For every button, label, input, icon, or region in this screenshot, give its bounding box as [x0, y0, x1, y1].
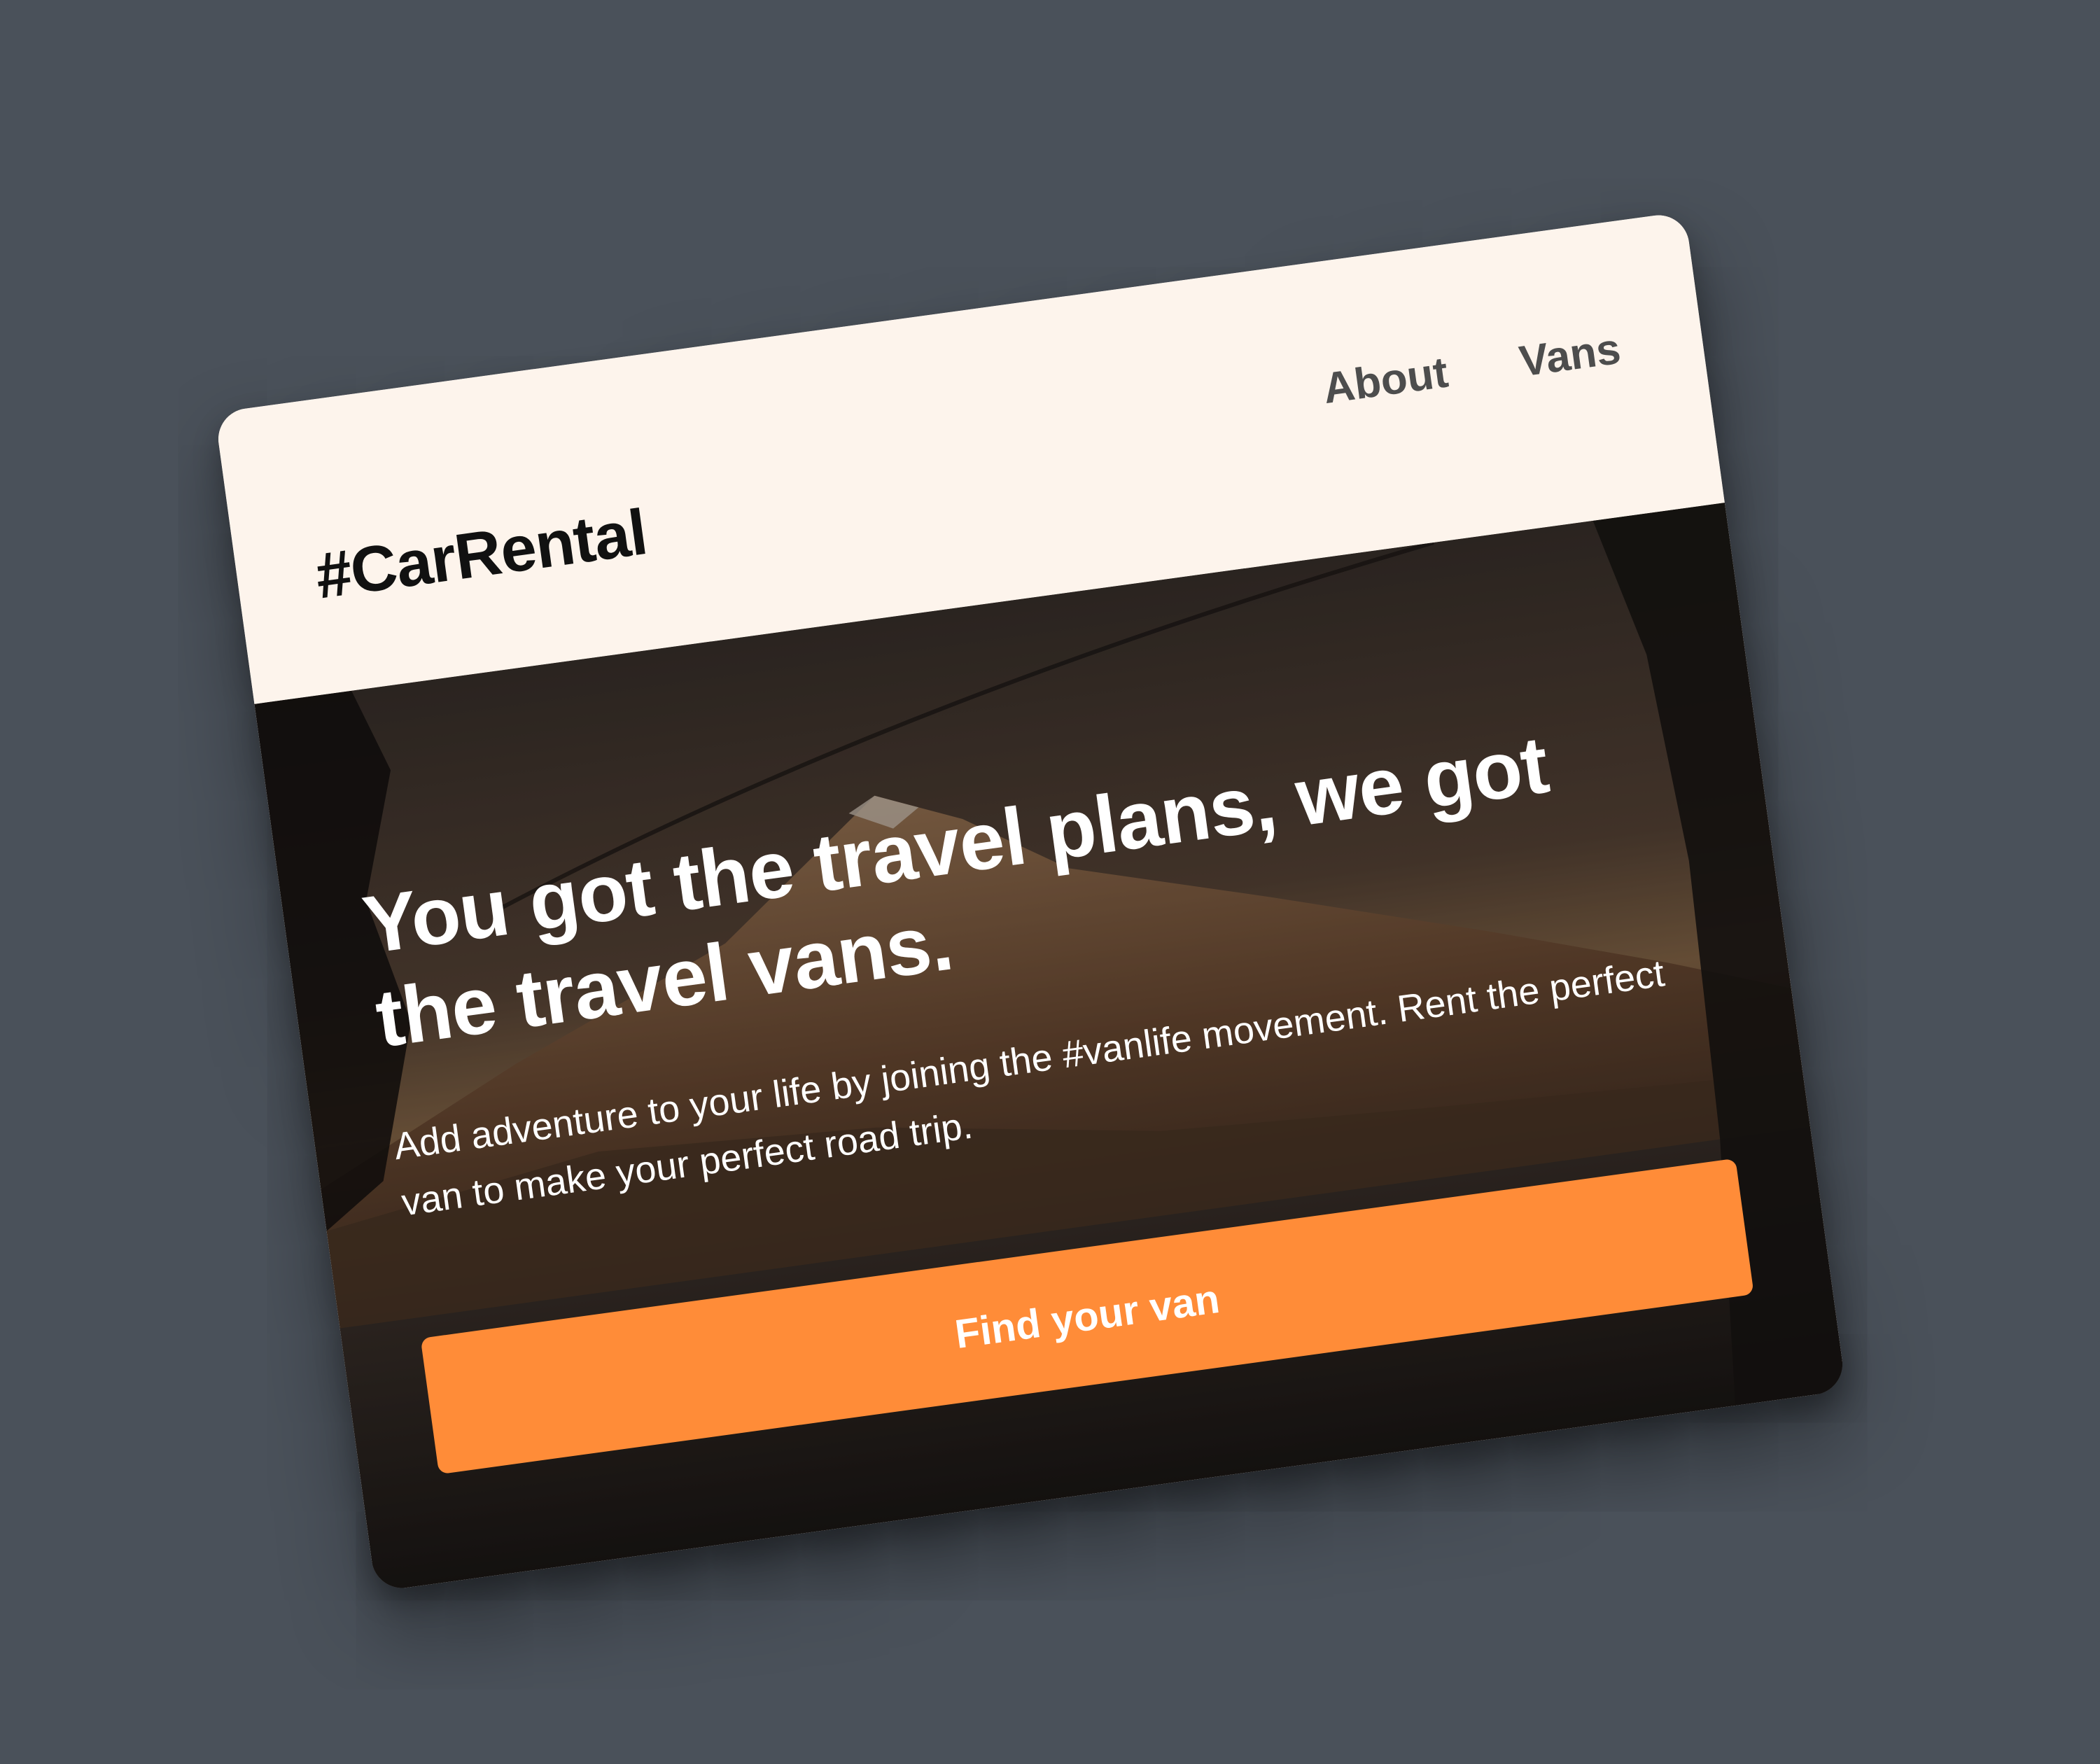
main-nav: About Vans: [1320, 324, 1624, 414]
app-window: #CarRental About Vans You got the travel…: [214, 211, 1847, 1592]
nav-link-vans[interactable]: Vans: [1516, 324, 1623, 387]
nav-link-about[interactable]: About: [1320, 347, 1451, 414]
site-logo[interactable]: #CarRental: [312, 496, 652, 614]
page-background: #CarRental About Vans You got the travel…: [0, 0, 2100, 1764]
